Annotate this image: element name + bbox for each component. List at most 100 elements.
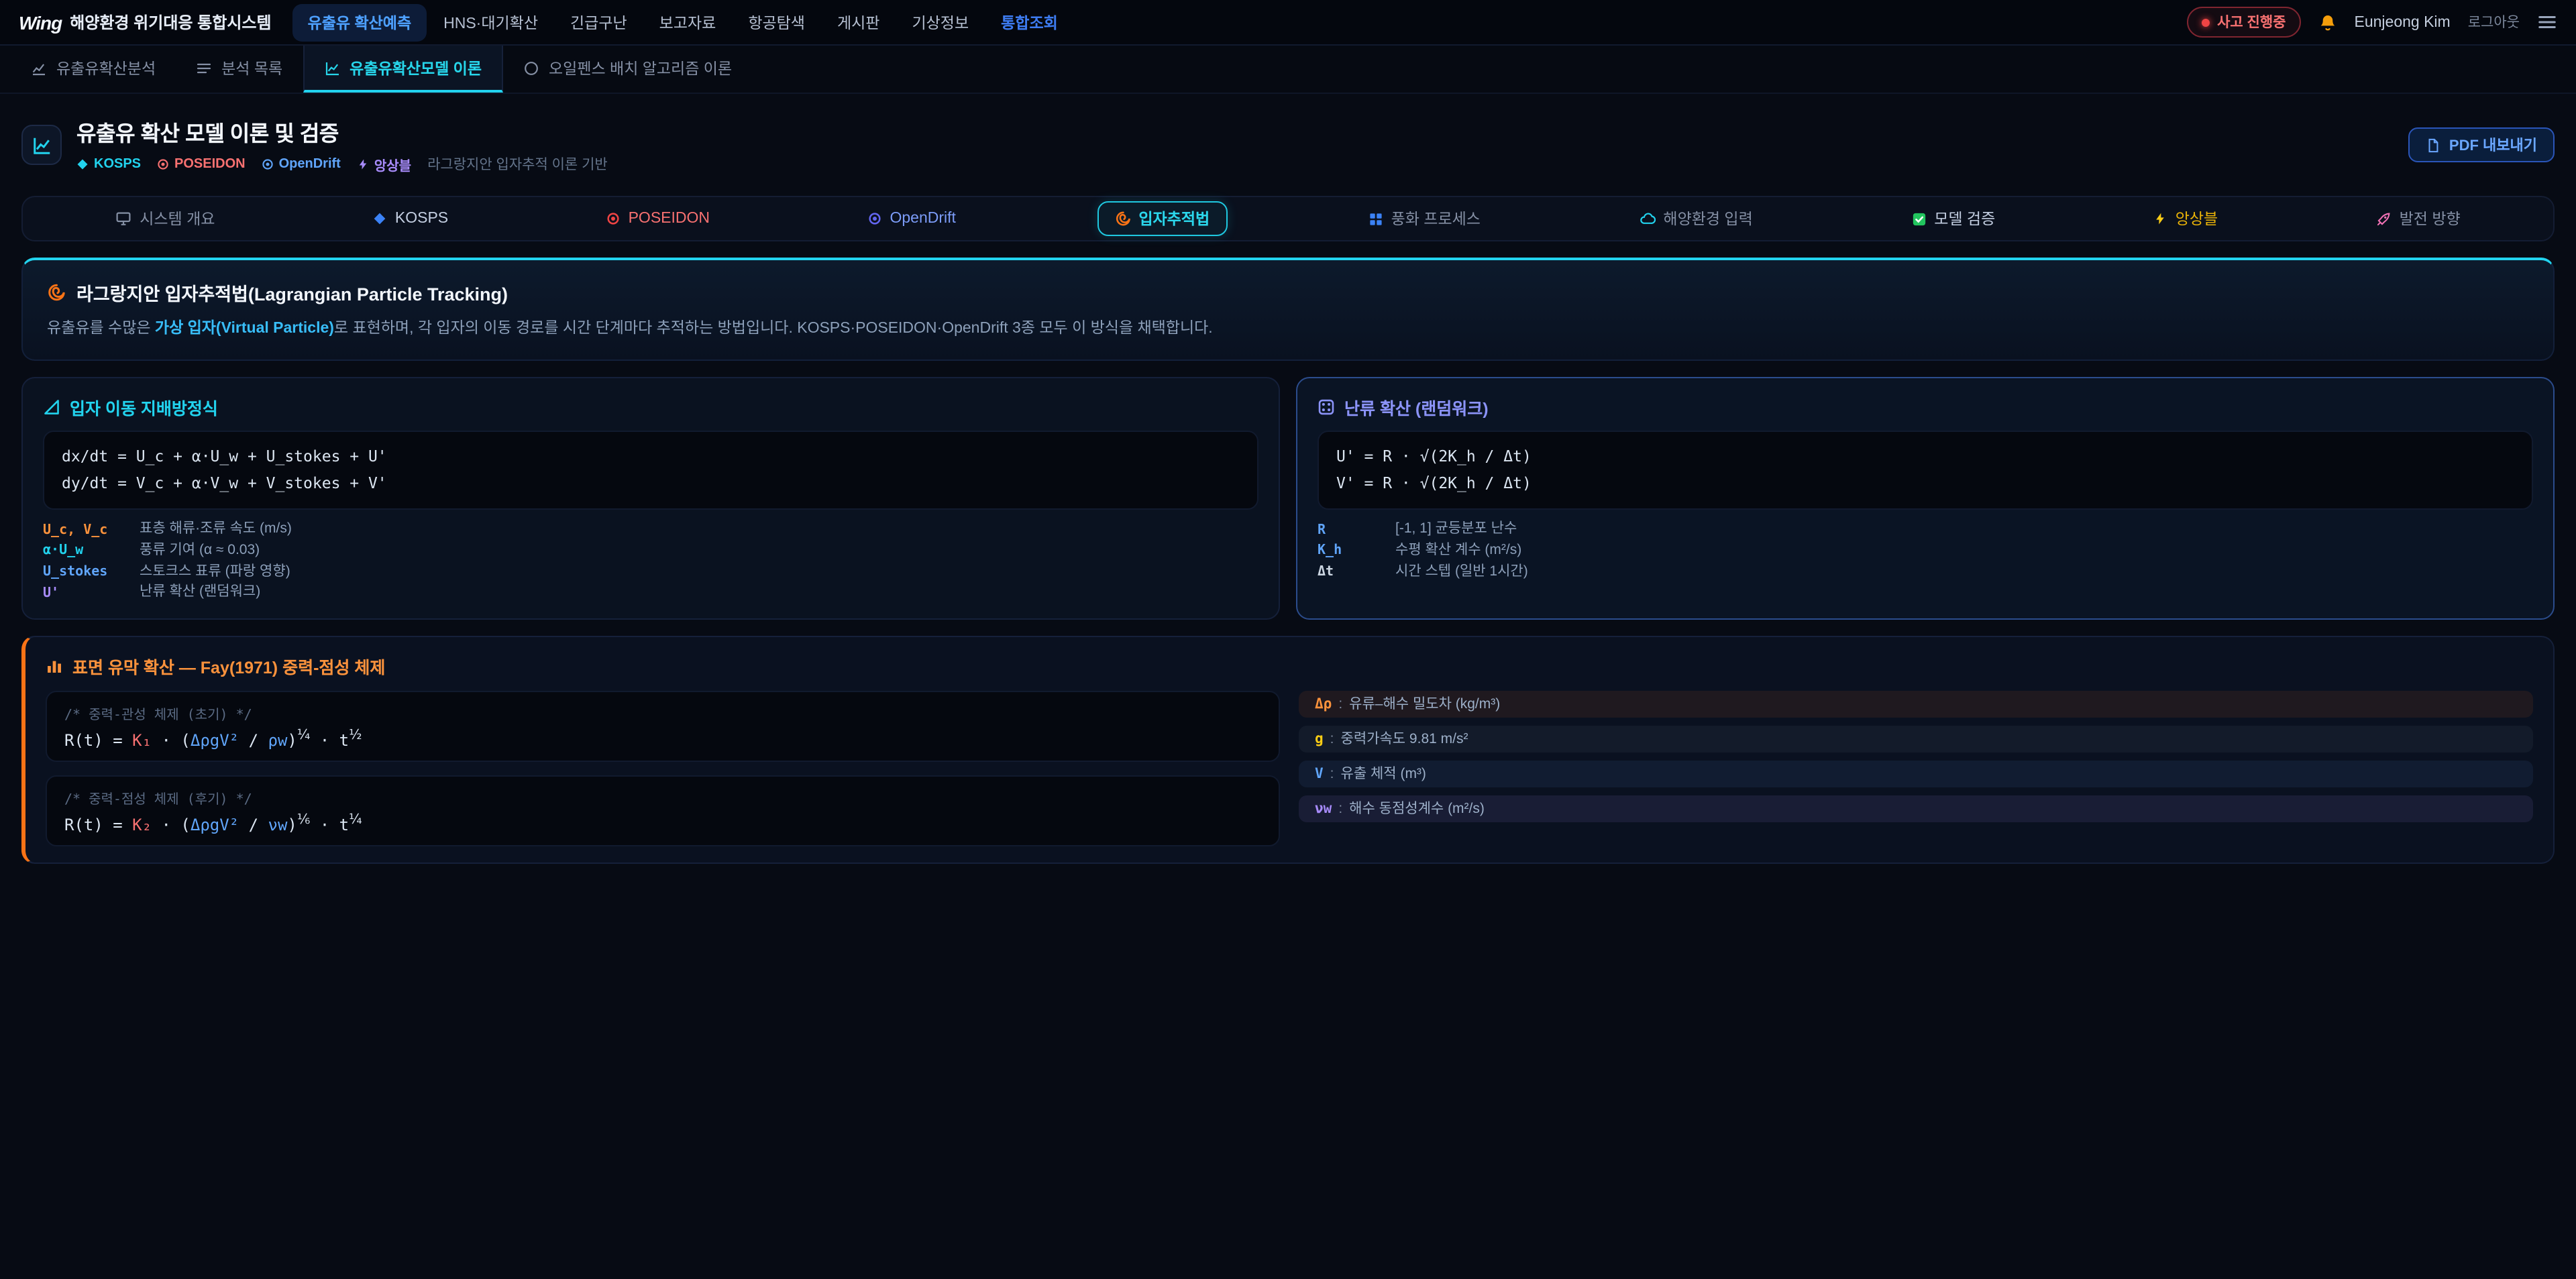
section-tab-label: 발전 방향 — [2400, 208, 2461, 229]
section-tab-ocean-input[interactable]: 해양환경 입력 — [1621, 201, 1770, 236]
formula-part: ) — [287, 731, 297, 750]
tab-label: 오일펜스 배치 알고리즘 이론 — [549, 57, 732, 78]
legend-desc: 표층 해류·조류 속도 (m/s) — [140, 521, 292, 539]
formula-exponent: ¼ — [297, 728, 310, 743]
page-header: 유출유 확산 모델 이론 및 검증 KOSPS POSEIDON OpenDri… — [21, 115, 2555, 174]
formula-part: / — [239, 731, 268, 750]
ring-dot-icon — [607, 212, 621, 225]
governing-equation-block: dx/dt = U_c + α·U_w + U_stokes + U' dy/d… — [43, 431, 1258, 510]
chart-icon — [31, 60, 47, 76]
intro-text: 유출유를 수많은 — [47, 321, 155, 337]
fay-spreading-card: 표면 유막 확산 — Fay(1971) 중력-점성 체제 /* 중력-관성 체… — [21, 636, 2555, 864]
section-tab-ensemble[interactable]: 앙상블 — [2137, 201, 2236, 236]
nav-item-aerial-search[interactable]: 항공탐색 — [733, 3, 820, 41]
section-tab-roadmap[interactable]: 발전 방향 — [2359, 201, 2478, 236]
nav-item-weather-info[interactable]: 기상정보 — [897, 3, 983, 41]
notification-bell-button[interactable] — [2318, 13, 2337, 32]
section-tab-kosps[interactable]: KOSPS — [356, 204, 466, 233]
app-title: 해양환경 위기대응 통합시스템 — [70, 11, 271, 34]
tab-model-theory[interactable]: 유출유확산모델 이론 — [303, 46, 503, 93]
param-separator: : — [1338, 696, 1342, 712]
turbulence-card: 난류 확산 (랜덤워크) U' = R · √(2K_h / Δt) V' = … — [1296, 378, 2555, 620]
section-tab-label: POSEIDON — [629, 211, 710, 227]
legend-symbol: α·U_w — [43, 543, 140, 560]
formula-part: · t — [310, 816, 349, 834]
governing-equation-card: 입자 이동 지배방정식 dx/dt = U_c + α·U_w + U_stok… — [21, 378, 1280, 620]
legend-row: U_c, V_c 표층 해류·조류 속도 (m/s) — [43, 521, 1258, 539]
circle-icon — [523, 60, 539, 76]
logout-button[interactable]: 로그아웃 — [2468, 12, 2520, 32]
header-text: 유출유 확산 모델 이론 및 검증 KOSPS POSEIDON OpenDri… — [76, 115, 608, 174]
formula-denominator: νw — [268, 816, 288, 834]
sub-tab-bar: 유출유확산분석 분석 목록 유출유확산모델 이론 오일펜스 배치 알고리즘 이론 — [0, 46, 2576, 94]
line-chart-icon — [324, 60, 340, 76]
section-tab-label: OpenDrift — [890, 211, 955, 227]
tab-analysis-list[interactable]: 분석 목록 — [176, 46, 303, 93]
formula-exponent: ½ — [349, 728, 362, 743]
nav-item-emergency-rescue[interactable]: 긴급구난 — [555, 3, 642, 41]
legend-row: U' 난류 확산 (랜덤워크) — [43, 584, 1258, 602]
top-nav: Wing 해양환경 위기대응 통합시스템 유출유 확산예측 HNS·대기확산 긴… — [0, 0, 2576, 46]
legend-symbol: U_c, V_c — [43, 521, 140, 539]
formula-group: ΔρgV² — [191, 816, 239, 834]
monitor-icon — [115, 211, 131, 227]
formula-part: · ( — [152, 816, 191, 834]
formula-coefficient: K₂ — [132, 816, 152, 834]
main-nav: 유출유 확산예측 HNS·대기확산 긴급구난 보고자료 항공탐색 게시판 기상정… — [293, 3, 1073, 41]
list-icon — [196, 60, 212, 76]
param-symbol: Δρ — [1315, 696, 1332, 712]
section-tabs-bar: 시스템 개요 KOSPS POSEIDON OpenDrift — [21, 196, 2555, 241]
incident-status-badge: 사고 진행중 — [2186, 7, 2300, 38]
param-symbol: g — [1315, 731, 1324, 747]
section-tab-poseidon[interactable]: POSEIDON — [590, 204, 727, 233]
legend-symbol: U' — [43, 584, 140, 602]
legend-desc: 수평 확산 계수 (m²/s) — [1395, 542, 1521, 560]
bolt-icon — [2154, 212, 2167, 225]
fay-code-block-viscous: /* 중력-점성 체제 (후기) */ R(t) = K₂ · (ΔρgV² /… — [46, 775, 1280, 846]
fay-code-block-inertia: /* 중력-관성 체제 (초기) */ R(t) = K₁ · (ΔρgV² /… — [46, 691, 1280, 762]
bell-icon — [2318, 13, 2337, 32]
incident-status-label: 사고 진행중 — [2217, 12, 2286, 32]
tab-label: 분석 목록 — [221, 57, 282, 78]
user-name: Eunjeong Kim — [2355, 14, 2451, 30]
governing-legend: U_c, V_c 표층 해류·조류 속도 (m/s) α·U_w 풍류 기여 (… — [43, 521, 1258, 602]
section-tab-weathering[interactable]: 풍화 프로세스 — [1351, 201, 1498, 236]
turbulence-card-title: 난류 확산 (랜덤워크) — [1344, 395, 1489, 421]
section-tab-overview[interactable]: 시스템 개요 — [98, 201, 232, 236]
equation-line: dx/dt = U_c + α·U_w + U_stokes + U' — [62, 445, 1240, 471]
pdf-export-button[interactable]: PDF 내보내기 — [2409, 127, 2555, 162]
param-separator: : — [1330, 766, 1334, 782]
nav-item-hns-dispersion[interactable]: HNS·대기확산 — [429, 3, 553, 41]
nav-item-spill-forecast[interactable]: 유출유 확산예측 — [293, 3, 427, 41]
equation-line: dy/dt = V_c + α·V_w + V_stokes + V' — [62, 471, 1240, 497]
tab-oilfence-theory[interactable]: 오일펜스 배치 알고리즘 이론 — [503, 46, 752, 93]
formula-group: ΔρgV² — [191, 731, 239, 750]
app-root: Wing 해양환경 위기대응 통합시스템 유출유 확산예측 HNS·대기확산 긴… — [0, 0, 2576, 1279]
fay-title: 표면 유막 확산 — Fay(1971) 중력-점성 체제 — [72, 653, 385, 679]
formula-exponent: ¼ — [349, 813, 362, 828]
section-tab-particle-tracking[interactable]: 입자추적법 — [1097, 201, 1227, 236]
nav-item-board[interactable]: 게시판 — [822, 3, 895, 41]
section-tab-validation[interactable]: 모델 검증 — [1894, 201, 2012, 236]
formula-part: · ( — [152, 731, 191, 750]
param-separator: : — [1338, 801, 1342, 817]
equation-cards-row: 입자 이동 지배방정식 dx/dt = U_c + α·U_w + U_stok… — [21, 378, 2555, 620]
swirl-icon — [47, 283, 66, 302]
nav-item-reports[interactable]: 보고자료 — [645, 3, 731, 41]
menu-button[interactable] — [2537, 12, 2557, 32]
legend-row: R [-1, 1] 균등분포 난수 — [1318, 521, 2533, 539]
legend-desc: 시간 스텝 (일반 1시간) — [1395, 563, 1528, 581]
badge-label: 앙상블 — [374, 154, 411, 174]
formula-part: ) — [287, 816, 297, 834]
legend-symbol: K_h — [1318, 543, 1395, 560]
nav-item-integrated-search[interactable]: 통합조회 — [986, 3, 1073, 41]
ring-dot-icon — [868, 212, 881, 225]
formula-coefficient: K₁ — [132, 731, 152, 750]
legend-desc: 난류 확산 (랜덤워크) — [140, 584, 260, 602]
param-row: V : 유출 체적 (m³) — [1299, 761, 2533, 787]
section-tab-opendrift[interactable]: OpenDrift — [851, 204, 973, 233]
fay-title-row: 표면 유막 확산 — Fay(1971) 중력-점성 체제 — [46, 653, 2533, 679]
tab-spill-analysis[interactable]: 유출유확산분석 — [11, 46, 176, 93]
param-row: νw : 해수 동점성계수 (m²/s) — [1299, 795, 2533, 822]
brand[interactable]: Wing 해양환경 위기대응 통합시스템 — [19, 11, 272, 34]
